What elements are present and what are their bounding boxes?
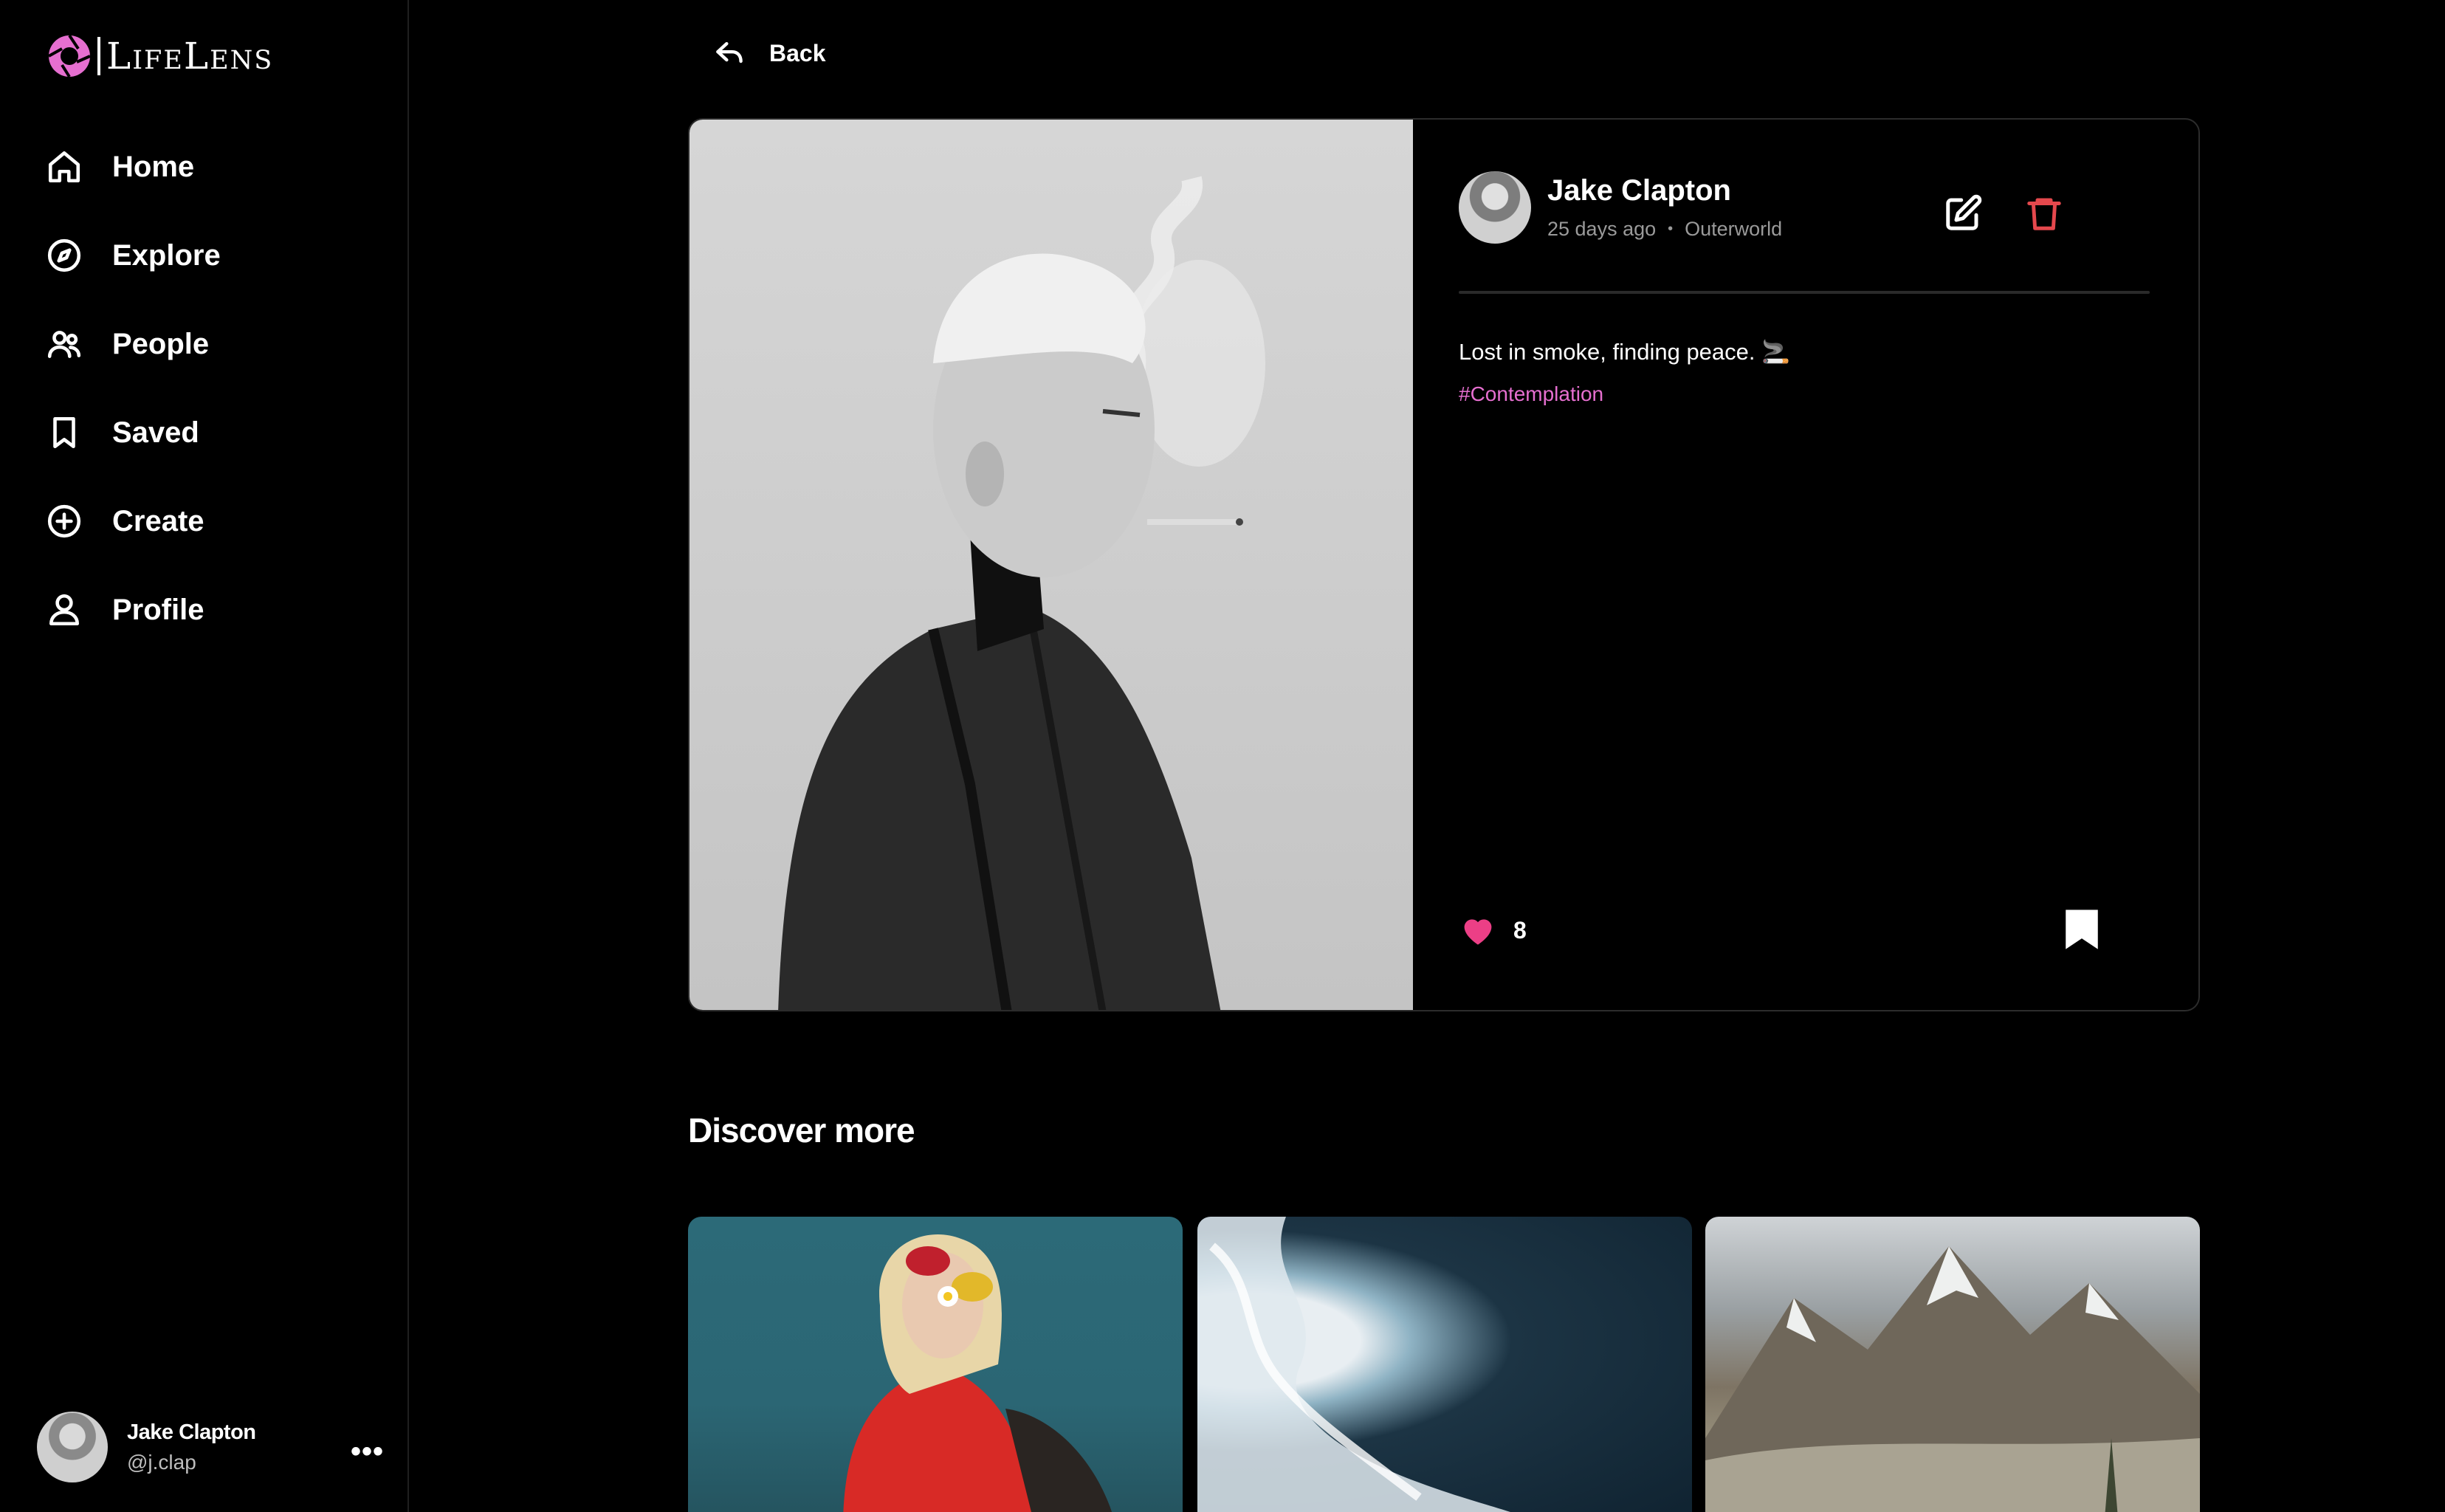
- current-user-handle: @j.clap: [127, 1450, 196, 1474]
- woman-sunglasses-image: [843, 1234, 1112, 1512]
- sidebar-item-label: Home: [112, 150, 195, 183]
- post-divider: [1459, 291, 2150, 294]
- discover-thumbnail[interactable]: [1197, 1217, 1692, 1512]
- current-user-info: Jake Clapton @j.clap: [127, 1420, 256, 1474]
- home-icon: [48, 151, 80, 183]
- avatar: [1459, 171, 1531, 244]
- discover-more-title: Discover more: [688, 1111, 915, 1150]
- people-icon: [47, 331, 81, 358]
- sidebar-item-label: Explore: [112, 238, 221, 272]
- back-button[interactable]: Back: [713, 37, 826, 69]
- post-meta: 25 days ago • Outerworld: [1547, 218, 1782, 241]
- post-location: Outerworld: [1685, 218, 1783, 240]
- save-bookmark-icon[interactable]: [2063, 908, 2101, 951]
- compass-icon: [47, 238, 81, 272]
- post-details: Jake Clapton 25 days ago • Outerworld Lo…: [1413, 120, 2198, 1010]
- discover-thumbnail[interactable]: [1705, 1217, 2200, 1512]
- logo-divider: [97, 37, 100, 75]
- logo-text: LifeLens: [106, 35, 274, 78]
- post-card: Jake Clapton 25 days ago • Outerworld Lo…: [688, 118, 2200, 1011]
- post-image: [690, 120, 1413, 1010]
- app-logo[interactable]: LifeLens: [46, 32, 273, 80]
- author-name: Jake Clapton: [1547, 174, 1731, 207]
- edit-icon: [1946, 194, 1982, 230]
- post-hashtag[interactable]: #Contemplation: [1459, 382, 1603, 406]
- sidebar-item-saved[interactable]: Saved: [46, 388, 221, 477]
- current-user-card[interactable]: Jake Clapton @j.clap •••: [37, 1410, 384, 1484]
- sidebar-item-create[interactable]: Create: [46, 477, 221, 566]
- post-author[interactable]: Jake Clapton 25 days ago • Outerworld: [1459, 171, 1782, 244]
- meta-separator: •: [1668, 221, 1674, 237]
- avatar: [37, 1412, 108, 1482]
- mountain-painting-image: [1705, 1246, 2200, 1512]
- sidebar: LifeLens Home Explore People Saved Creat…: [0, 0, 409, 1512]
- post-time: 25 days ago: [1547, 218, 1657, 240]
- delete-post-button[interactable]: [2024, 193, 2064, 233]
- bookmark-icon: [53, 416, 75, 449]
- like-button[interactable]: 8: [1459, 911, 1527, 949]
- current-user-name: Jake Clapton: [127, 1420, 256, 1444]
- discover-thumbnail[interactable]: [688, 1217, 1183, 1512]
- edit-post-button[interactable]: [1943, 193, 1983, 233]
- portrait-illustration: [778, 176, 1265, 1010]
- sidebar-item-people[interactable]: People: [46, 300, 221, 388]
- sidebar-item-home[interactable]: Home: [46, 123, 221, 211]
- sidebar-item-profile[interactable]: Profile: [46, 566, 221, 654]
- plus-circle-icon: [47, 504, 81, 538]
- post-caption: Lost in smoke, finding peace. 🚬: [1459, 339, 1790, 365]
- sidebar-item-explore[interactable]: Explore: [46, 211, 221, 300]
- author-info: Jake Clapton 25 days ago • Outerworld: [1547, 174, 1782, 241]
- sidebar-item-label: Saved: [112, 416, 199, 449]
- ocean-waves-image: [1197, 1217, 1510, 1512]
- sidebar-item-label: Create: [112, 504, 204, 537]
- back-label: Back: [769, 39, 826, 66]
- user-icon: [49, 594, 80, 626]
- app-root: LifeLens Home Explore People Saved Creat…: [0, 0, 2445, 1512]
- reply-arrow-icon: [716, 41, 743, 63]
- sidebar-item-label: People: [112, 327, 210, 360]
- trash-icon: [2027, 198, 2061, 230]
- sidebar-nav: Home Explore People Saved Create Profile: [46, 123, 221, 654]
- heart-icon: [1464, 919, 1492, 945]
- sidebar-item-label: Profile: [112, 593, 204, 626]
- aperture-icon: [48, 34, 91, 78]
- like-count: 8: [1513, 916, 1527, 944]
- more-options-icon[interactable]: •••: [351, 1435, 384, 1468]
